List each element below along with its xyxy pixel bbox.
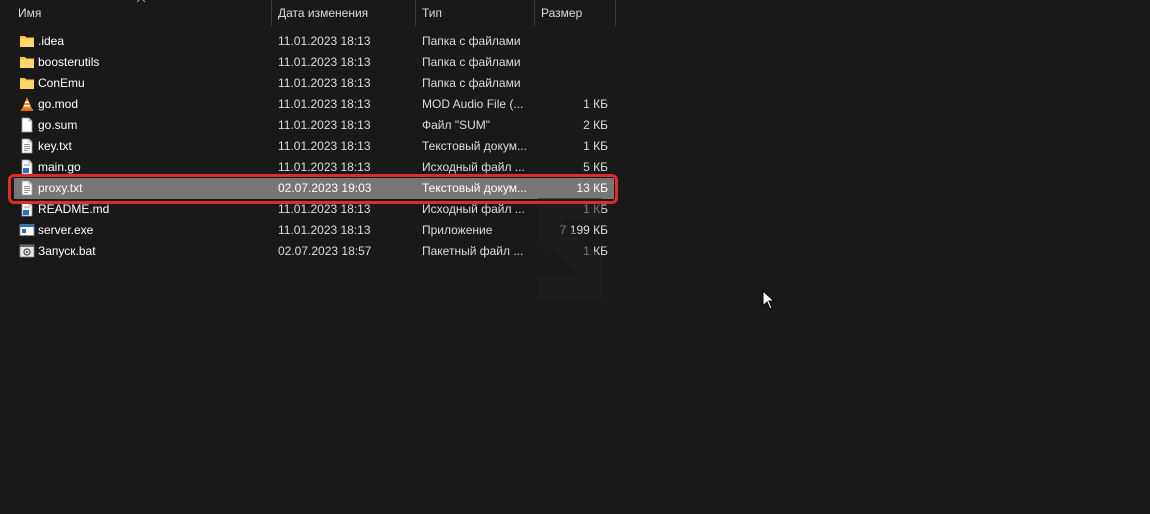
column-header-date[interactable]: Дата изменения [272,0,414,26]
file-type: Папка с файлами [422,76,521,90]
column-header-name[interactable]: Имя [12,0,270,26]
file-row[interactable]: go.mod 11.01.2023 18:13 MOD Audio File (..… [14,94,614,115]
file-row[interactable]: go.sum 11.01.2023 18:13 Файл "SUM" 2 КБ [14,115,614,136]
vlc-cone-icon [19,96,35,112]
file-type: Файл "SUM" [422,118,491,132]
file-type: MOD Audio File (... [422,97,524,111]
source-file-icon [19,201,35,217]
exe-file-icon [19,222,35,238]
file-name: server.exe [38,223,94,237]
file-size: 1 КБ [583,97,608,111]
file-row[interactable]: main.go 11.01.2023 18:13 Исходный файл ...… [14,157,614,178]
file-size: 2 КБ [583,118,608,132]
file-name: go.mod [38,97,79,111]
batch-file-icon [19,243,35,259]
file-name: Запуск.bat [38,244,96,258]
mouse-cursor-icon [762,290,776,310]
text-file-icon [19,138,35,154]
folder-icon [19,75,35,91]
file-type: Исходный файл ... [422,160,525,174]
column-header-size[interactable]: Размер [535,0,615,26]
blank-file-icon [19,117,35,133]
file-date-modified: 11.01.2023 18:13 [278,223,371,237]
column-header: Имя Дата изменения Тип Размер [0,0,616,26]
file-name: main.go [38,160,81,174]
file-date-modified: 11.01.2023 18:13 [278,118,371,132]
file-explorer: Имя Дата изменения Тип Размер .idea 11.01… [0,0,1150,514]
file-date-modified: 11.01.2023 18:13 [278,160,371,174]
file-type: Папка с файлами [422,55,521,69]
file-type: Папка с файлами [422,34,521,48]
file-size: 5 КБ [583,160,608,174]
file-name: README.md [38,202,110,216]
file-row[interactable]: ConEmu 11.01.2023 18:13 Папка с файлами [14,73,614,94]
file-name: .idea [38,34,65,48]
file-date-modified: 11.01.2023 18:13 [278,55,371,69]
file-date-modified: 11.01.2023 18:13 [278,76,371,90]
file-type: Приложение [422,223,493,237]
file-type: Текстовый докум... [422,139,527,153]
file-date-modified: 02.07.2023 18:57 [278,244,372,258]
file-type: Пакетный файл ... [422,244,524,258]
file-date-modified: 11.01.2023 18:13 [278,34,371,48]
file-date-modified: 11.01.2023 18:13 [278,202,371,216]
folder-icon [19,33,35,49]
file-name: proxy.txt [38,181,83,195]
file-size: 1 КБ [583,139,608,153]
file-row[interactable]: boosterutils 11.01.2023 18:13 Папка с файл… [14,52,614,73]
file-row[interactable]: key.txt 11.01.2023 18:13 Текстовый докум..… [14,136,614,157]
file-name: boosterutils [38,55,100,69]
file-name: ConEmu [38,76,85,90]
source-file-icon [19,159,35,175]
column-divider[interactable] [615,0,616,26]
column-header-type[interactable]: Тип [416,0,534,26]
file-type: Исходный файл ... [422,202,525,216]
file-date-modified: 11.01.2023 18:13 [278,97,371,111]
file-row[interactable]: .idea 11.01.2023 18:13 Папка с файлами [14,31,614,52]
file-name: go.sum [38,118,78,132]
watermark-logo [538,198,602,298]
file-date-modified: 02.07.2023 19:03 [278,181,372,195]
file-name: key.txt [38,139,72,153]
file-date-modified: 11.01.2023 18:13 [278,139,371,153]
file-type: Текстовый докум... [422,181,527,195]
text-file-icon [19,180,35,196]
folder-icon [19,54,35,70]
